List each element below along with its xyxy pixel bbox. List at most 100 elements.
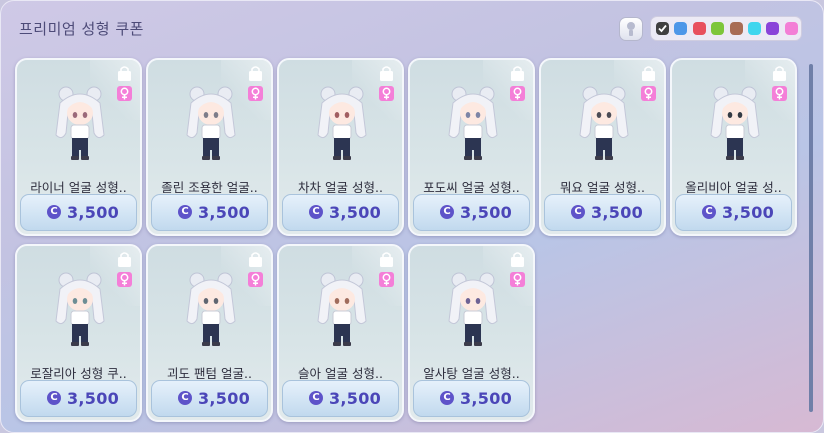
coin-icon: C: [47, 391, 61, 405]
coin-icon: C: [702, 205, 716, 219]
character-preview: [186, 86, 236, 160]
color-swatch[interactable]: [692, 22, 706, 35]
coupon-card[interactable]: 뭐요 얼굴 성형.. C 3,500: [539, 58, 666, 236]
coupon-window: 프리미엄 성형 쿠폰 라이너 얼굴 성형.. C 3,500 졸린 조용한 얼굴…: [0, 0, 824, 433]
price-button[interactable]: C 3,500: [151, 194, 268, 231]
color-swatch[interactable]: [711, 22, 725, 35]
price-button[interactable]: C 3,500: [20, 380, 137, 417]
female-icon: [772, 86, 787, 101]
character-preview: [448, 272, 498, 346]
female-symbol-icon: [644, 87, 653, 100]
character-preview: [317, 86, 367, 160]
checkmark-icon: [658, 24, 667, 33]
female-icon: [641, 86, 656, 101]
color-swatch[interactable]: [784, 22, 798, 35]
female-symbol-icon: [120, 87, 129, 100]
coin-icon: C: [178, 391, 192, 405]
price-button[interactable]: C 3,500: [282, 194, 399, 231]
character-preview: [186, 272, 236, 346]
price-amount: 3,500: [460, 203, 513, 222]
color-swatch-selected[interactable]: [656, 22, 669, 35]
price-amount: 3,500: [591, 203, 644, 222]
character-preview: [55, 86, 105, 160]
avatar: [312, 269, 372, 349]
avatar: [50, 269, 110, 349]
gender-filter-button[interactable]: [619, 17, 643, 41]
price-amount: 3,500: [460, 389, 513, 408]
price-amount: 3,500: [329, 389, 382, 408]
character-preview: [448, 86, 498, 160]
character-preview: [710, 86, 760, 160]
price-button[interactable]: C 3,500: [675, 194, 792, 231]
coupon-grid: 라이너 얼굴 성형.. C 3,500 졸린 조용한 얼굴.. C 3,500: [11, 56, 816, 426]
price-button[interactable]: C 3,500: [544, 194, 661, 231]
coin-icon: C: [178, 205, 192, 219]
color-swatch[interactable]: [748, 22, 761, 35]
price-amount: 3,500: [67, 389, 120, 408]
color-swatch[interactable]: [674, 22, 688, 35]
title-bar: 프리미엄 성형 쿠폰: [1, 1, 823, 53]
female-icon: [248, 86, 263, 101]
character-preview: [579, 86, 629, 160]
avatar: [181, 269, 241, 349]
female-symbol-icon: [251, 273, 260, 286]
coin-icon: C: [309, 391, 323, 405]
price-button[interactable]: C 3,500: [413, 194, 530, 231]
coupon-card[interactable]: 차차 얼굴 성형.. C 3,500: [277, 58, 404, 236]
price-amount: 3,500: [722, 203, 775, 222]
shopping-bag-icon: [380, 66, 393, 81]
shopping-bag-icon: [118, 252, 131, 267]
female-symbol-icon: [382, 273, 391, 286]
female-symbol-icon: [775, 87, 784, 100]
avatar: [443, 269, 503, 349]
window-title: 프리미엄 성형 쿠폰: [19, 20, 144, 38]
female-symbol-icon: [513, 273, 522, 286]
price-button[interactable]: C 3,500: [282, 380, 399, 417]
female-symbol-icon: [251, 87, 260, 100]
female-icon: [117, 86, 132, 101]
price-button[interactable]: C 3,500: [413, 380, 530, 417]
avatar: [312, 83, 372, 163]
price-button[interactable]: C 3,500: [20, 194, 137, 231]
person-icon: [627, 22, 635, 36]
coin-icon: C: [440, 391, 454, 405]
color-swatch[interactable]: [729, 22, 743, 35]
shopping-bag-icon: [249, 252, 262, 267]
female-symbol-icon: [120, 273, 129, 286]
female-icon: [510, 272, 525, 287]
coin-icon: C: [309, 205, 323, 219]
character-preview: [317, 272, 367, 346]
character-preview: [55, 272, 105, 346]
coin-icon: C: [440, 205, 454, 219]
shopping-bag-icon: [249, 66, 262, 81]
coupon-card[interactable]: 슬아 얼굴 성형.. C 3,500: [277, 244, 404, 422]
price-amount: 3,500: [198, 389, 251, 408]
coupon-card[interactable]: 알사탕 얼굴 성형.. C 3,500: [408, 244, 535, 422]
coupon-card[interactable]: 괴도 팬텀 얼굴.. C 3,500: [146, 244, 273, 422]
price-amount: 3,500: [198, 203, 251, 222]
scrollbar[interactable]: [809, 64, 813, 412]
coupon-card[interactable]: 포도씨 얼굴 성형.. C 3,500: [408, 58, 535, 236]
price-button[interactable]: C 3,500: [151, 380, 268, 417]
avatar: [181, 83, 241, 163]
coin-icon: C: [47, 205, 61, 219]
avatar: [574, 83, 634, 163]
color-swatch[interactable]: [766, 22, 780, 35]
female-symbol-icon: [382, 87, 391, 100]
avatar: [443, 83, 503, 163]
coupon-card[interactable]: 라이너 얼굴 성형.. C 3,500: [15, 58, 142, 236]
coin-icon: C: [571, 205, 585, 219]
price-amount: 3,500: [329, 203, 382, 222]
shopping-bag-icon: [642, 66, 655, 81]
female-symbol-icon: [513, 87, 522, 100]
shopping-bag-icon: [118, 66, 131, 81]
price-amount: 3,500: [67, 203, 120, 222]
shopping-bag-icon: [380, 252, 393, 267]
coupon-card[interactable]: 졸린 조용한 얼굴.. C 3,500: [146, 58, 273, 236]
female-icon: [379, 86, 394, 101]
coupon-card[interactable]: 로잘리아 성형 쿠.. C 3,500: [15, 244, 142, 422]
color-filter-bar: [650, 16, 802, 41]
female-icon: [379, 272, 394, 287]
female-icon: [510, 86, 525, 101]
coupon-card[interactable]: 올리비아 얼굴 성.. C 3,500: [670, 58, 797, 236]
